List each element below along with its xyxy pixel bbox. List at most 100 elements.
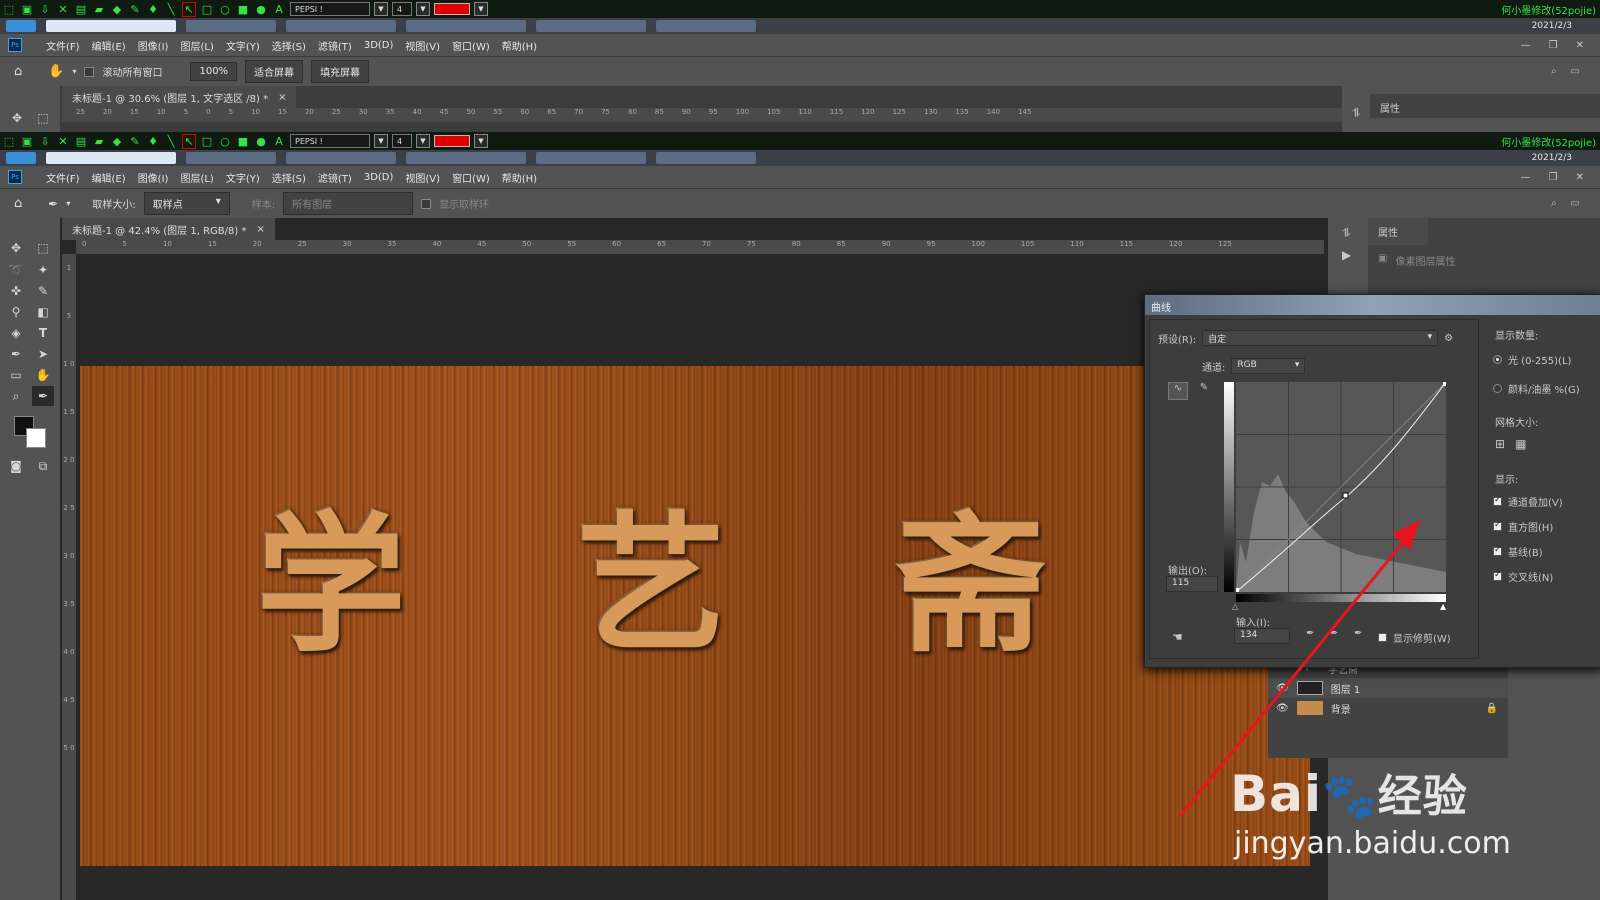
input-field[interactable]: 134 bbox=[1234, 628, 1290, 644]
history-icon[interactable]: ⥮ bbox=[1352, 106, 1361, 121]
preset-select[interactable]: 自定 ▾ bbox=[1202, 330, 1439, 346]
magic-wand-icon[interactable]: ✦ bbox=[32, 260, 54, 280]
menu-view[interactable]: 视图(V) bbox=[405, 170, 440, 185]
filled-rect-icon[interactable]: ■ bbox=[236, 3, 250, 16]
eraser-icon[interactable]: ◆ bbox=[110, 3, 124, 16]
search-icon[interactable]: ⌕ bbox=[1551, 198, 1557, 209]
color-dropdown-icon[interactable]: ▼ bbox=[474, 2, 488, 16]
taskbar-app[interactable] bbox=[6, 20, 36, 32]
fit-screen-button[interactable]: 适合屏幕 bbox=[245, 60, 304, 83]
panel-tab[interactable]: 属性 bbox=[1368, 218, 1428, 245]
taskbar-app[interactable] bbox=[186, 152, 276, 164]
color-swatch[interactable] bbox=[434, 3, 470, 15]
pigment-radio[interactable] bbox=[1493, 384, 1502, 393]
menu-edit[interactable]: 编辑(E) bbox=[92, 170, 126, 185]
pen-icon[interactable]: ✎ bbox=[128, 3, 142, 16]
close-tab-icon[interactable]: × bbox=[256, 224, 264, 235]
paint-bucket-icon[interactable]: ◈ bbox=[5, 323, 27, 343]
lasso-tool-icon[interactable]: ➰ bbox=[5, 260, 27, 280]
eyedropper-tool-icon[interactable]: ✒ bbox=[32, 386, 54, 406]
sample-select[interactable]: 所有图层 bbox=[283, 192, 414, 215]
canvas-area[interactable]: 学 艺 斋 bbox=[76, 254, 1324, 900]
filled-ellipse-icon[interactable]: ● bbox=[254, 135, 268, 148]
type-tool-icon[interactable]: T bbox=[32, 323, 54, 343]
brush-tool-icon[interactable]: ✎ bbox=[32, 281, 54, 301]
quick-mask-icon[interactable]: ◙ bbox=[5, 456, 27, 476]
menu-select[interactable]: 选择(S) bbox=[272, 38, 306, 53]
minimize-button[interactable]: — bbox=[1521, 172, 1531, 183]
font-dropdown-icon[interactable]: ▼ bbox=[374, 2, 388, 16]
size-select[interactable]: 4 bbox=[392, 2, 412, 16]
eyedropper-tool-icon[interactable]: ✒ bbox=[48, 197, 58, 211]
pencil-icon[interactable]: ✎ bbox=[1194, 382, 1214, 400]
hand-tool-icon[interactable]: ✋ bbox=[32, 365, 54, 385]
size-dropdown-icon[interactable]: ▼ bbox=[416, 2, 430, 16]
panel-tab[interactable]: 属性 bbox=[1370, 94, 1600, 118]
menu-type[interactable]: 文字(Y) bbox=[226, 38, 260, 53]
menu-window[interactable]: 窗口(W) bbox=[452, 38, 490, 53]
folder-icon[interactable]: ▰ bbox=[92, 3, 106, 16]
download-icon[interactable]: ⇩ bbox=[38, 3, 52, 16]
history-icon[interactable]: ⥮ bbox=[1342, 226, 1351, 241]
taskbar-app[interactable] bbox=[46, 152, 176, 164]
arrow-icon[interactable]: ↖ bbox=[182, 133, 196, 149]
play-icon[interactable]: ▶ bbox=[1342, 248, 1351, 262]
shape-tool-icon[interactable]: ▭ bbox=[5, 365, 27, 385]
zoom-100-button[interactable]: 100% bbox=[190, 62, 238, 81]
menu-3d[interactable]: 3D(D) bbox=[364, 40, 394, 51]
output-field[interactable]: 115 bbox=[1166, 576, 1218, 592]
background-color[interactable] bbox=[26, 428, 46, 448]
menu-filter[interactable]: 滤镜(T) bbox=[318, 38, 352, 53]
layer-row[interactable]: 👁 背景 🔒 bbox=[1268, 698, 1508, 718]
taskbar-app[interactable] bbox=[536, 152, 646, 164]
dialog-titlebar[interactable]: 曲线 bbox=[1145, 295, 1600, 315]
restore-button[interactable]: ❐ bbox=[1549, 40, 1558, 51]
ellipse-icon[interactable]: ○ bbox=[218, 3, 232, 16]
size-select[interactable]: 4 bbox=[392, 134, 412, 148]
show-ring-checkbox[interactable] bbox=[421, 198, 432, 209]
white-eyedropper-icon[interactable]: ✒ bbox=[1354, 628, 1362, 639]
menu-window[interactable]: 窗口(W) bbox=[452, 170, 490, 185]
menu-file[interactable]: 文件(F) bbox=[46, 170, 80, 185]
grid-detailed-icon[interactable]: ▦ bbox=[1515, 437, 1526, 451]
channel-overlay-checkbox[interactable] bbox=[1493, 495, 1502, 506]
marker-icon[interactable]: ♦ bbox=[146, 135, 160, 148]
chevron-down-icon[interactable]: ▾ bbox=[72, 67, 76, 76]
close-button[interactable]: ✕ bbox=[1576, 172, 1584, 183]
channel-select[interactable]: RGB ▾ bbox=[1231, 358, 1306, 374]
curve-point-icon[interactable]: ∿ bbox=[1168, 382, 1188, 400]
color-swatch[interactable] bbox=[434, 135, 470, 147]
menu-layer[interactable]: 图层(L) bbox=[180, 170, 213, 185]
grid-simple-icon[interactable]: ⊞ bbox=[1495, 437, 1505, 451]
minimize-button[interactable]: — bbox=[1521, 40, 1531, 51]
marquee-tool-icon[interactable]: ⬚ bbox=[32, 238, 54, 258]
eraser-tool-icon[interactable]: ◧ bbox=[32, 302, 54, 322]
menu-edit[interactable]: 编辑(E) bbox=[92, 38, 126, 53]
line-icon[interactable]: ╲ bbox=[164, 135, 178, 148]
text-icon[interactable]: A bbox=[272, 135, 286, 148]
histogram-checkbox[interactable] bbox=[1493, 520, 1502, 531]
doc-tab[interactable]: 未标题-1 @ 42.4% (图层 1, RGB/8) * × bbox=[62, 218, 275, 240]
text-icon[interactable]: A bbox=[272, 3, 286, 16]
taskbar-app[interactable] bbox=[286, 152, 396, 164]
menu-type[interactable]: 文字(Y) bbox=[226, 170, 260, 185]
taskbar-app[interactable] bbox=[656, 152, 756, 164]
healing-brush-icon[interactable]: ✜ bbox=[5, 281, 27, 301]
menu-help[interactable]: 帮助(H) bbox=[502, 170, 537, 185]
arrow-icon[interactable]: ↖ bbox=[182, 1, 196, 17]
light-radio[interactable] bbox=[1493, 355, 1502, 364]
menu-image[interactable]: 图像(I) bbox=[138, 38, 169, 53]
home-icon[interactable]: ⌂ bbox=[14, 196, 22, 211]
floppy-icon[interactable]: ▤ bbox=[74, 3, 88, 16]
close-tab-icon[interactable]: × bbox=[278, 92, 286, 103]
taskbar-app[interactable] bbox=[406, 152, 526, 164]
pen-tool-icon[interactable]: ✒ bbox=[5, 344, 27, 364]
chevron-down-icon[interactable]: ▾ bbox=[66, 199, 70, 208]
cursor-icon[interactable]: ⬚ bbox=[2, 3, 16, 16]
white-point-slider[interactable]: ▲ bbox=[1440, 602, 1446, 611]
font-dropdown-icon[interactable]: ▼ bbox=[374, 134, 388, 148]
menu-filter[interactable]: 滤镜(T) bbox=[318, 170, 352, 185]
rect-icon[interactable]: □ bbox=[200, 135, 214, 148]
menu-layer[interactable]: 图层(L) bbox=[180, 38, 213, 53]
workspace-icon[interactable]: ▭ bbox=[1571, 66, 1580, 77]
